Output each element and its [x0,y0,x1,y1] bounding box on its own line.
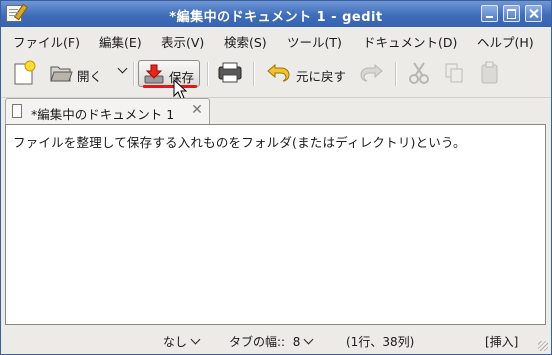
open-button[interactable]: 開く [47,60,129,87]
tab-width-value: 8 [292,335,301,349]
text-editor-area[interactable]: ファイルを整理して保存する入れものをフォルダ(またはディレクトリ)という。 [5,124,546,325]
minimize-button[interactable] [481,5,498,22]
folder-open-icon [50,66,73,82]
undo-arrow-icon [267,63,290,82]
text-document-icon [12,104,22,118]
syntax-highlight-selector[interactable]: なし [163,333,201,350]
undo-label: 元に戻す [296,69,347,84]
gedit-window: *編集中のドキュメント 1 - gedit ファイル(F) 編集(E) 表示(V… [0,0,552,355]
paste-button[interactable] [478,60,506,87]
maximize-button[interactable] [503,5,520,22]
open-recent-chevron-icon[interactable] [114,63,128,78]
toolbar: 開く 保存 元に戻す [1,51,551,98]
save-button[interactable]: 保存 [138,60,200,87]
menu-bar: ファイル(F) 編集(E) 表示(V) 検索(S) ツール(T) ドキュメント(… [1,27,551,51]
menu-help[interactable]: ヘルプ(H) [477,32,534,51]
print-button[interactable] [216,60,244,87]
redo-button[interactable] [359,60,385,87]
resize-grip[interactable] [538,341,548,351]
save-download-icon [144,64,164,84]
new-document-button[interactable] [10,60,40,87]
menu-view[interactable]: 表示(V) [161,32,204,51]
copy-button[interactable] [442,60,468,87]
chevron-down-icon [190,334,201,345]
insert-mode-indicator: [挿入] [485,335,519,349]
menu-documents[interactable]: ドキュメント(D) [363,32,457,51]
tab-label: *編集中のドキュメント 1 [31,107,175,122]
tab-width-label: タブの幅:: [229,335,286,349]
toolbar-separator [395,62,396,86]
title-bar[interactable]: *編集中のドキュメント 1 - gedit [1,1,551,27]
open-label: 開く [77,69,103,84]
new-document-icon [14,60,36,85]
redo-arrow-icon [360,63,383,82]
window-title: *編集中のドキュメント 1 - gedit [169,10,383,25]
status-bar: なし タブの幅:: 8 (1行、38列) [挿入] [1,327,551,354]
syntax-mode-value: なし [163,335,188,349]
copy-icon [445,63,463,83]
undo-button[interactable]: 元に戻す [264,60,356,87]
menu-search[interactable]: 検索(S) [224,32,267,51]
menu-file[interactable]: ファイル(F) [13,32,80,51]
save-highlight-underline [143,85,197,88]
cursor-position: (1行、38列) [346,335,415,349]
menu-edit[interactable]: 編集(E) [99,32,142,51]
paste-clipboard-icon [481,61,498,84]
cut-button[interactable] [407,60,433,87]
menu-tools[interactable]: ツール(T) [287,32,342,51]
toolbar-separator [253,62,254,86]
toolbar-separator [207,62,208,86]
tab-width-selector[interactable]: タブの幅:: 8 [229,333,314,350]
close-tab-icon[interactable]: ✕ [190,103,204,117]
toolbar-separator [133,62,134,86]
chevron-down-icon [303,334,314,345]
editor-content[interactable]: ファイルを整理して保存する入れものをフォルダ(またはディレクトリ)という。 [13,132,466,151]
close-window-button[interactable] [525,5,542,22]
scissors-icon [409,62,429,84]
tab-document-1[interactable]: *編集中のドキュメント 1 ✕ [5,98,210,124]
printer-icon [218,62,242,83]
